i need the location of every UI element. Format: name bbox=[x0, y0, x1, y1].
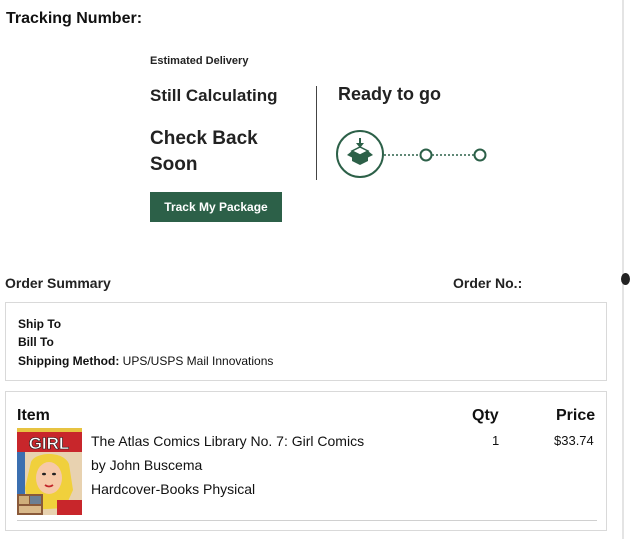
ship-to-label: Ship To bbox=[18, 317, 62, 331]
vertical-divider bbox=[316, 86, 317, 180]
track-package-button[interactable]: Track My Package bbox=[150, 192, 282, 222]
shipping-details-panel: Ship To Bill To Shipping Method: UPS/USP… bbox=[5, 302, 607, 381]
price-column-header: Price bbox=[556, 407, 596, 424]
shipping-method-value: UPS/USPS Mail Innovations bbox=[122, 354, 274, 368]
package-box-icon bbox=[336, 130, 384, 178]
order-items-panel: Item Qty Price GIRL The Atlas Comics Lib… bbox=[5, 391, 607, 531]
shipment-status-label: Ready to go bbox=[338, 84, 442, 104]
product-title-link[interactable]: The Atlas Comics Library No. 7: Girl Com… bbox=[91, 433, 364, 449]
bill-to-row: Bill To bbox=[18, 335, 54, 349]
order-number-label: Order No.: bbox=[453, 275, 523, 291]
shipping-method-label: Shipping Method: bbox=[18, 354, 120, 368]
product-price: $33.74 bbox=[554, 433, 594, 448]
qty-column-header: Qty bbox=[472, 407, 499, 424]
ship-to-row: Ship To bbox=[18, 317, 61, 331]
progress-step-3 bbox=[473, 148, 487, 162]
shipment-progress-tracker bbox=[336, 130, 487, 178]
product-author: by John Buscema bbox=[91, 457, 203, 473]
page-edge-divider bbox=[622, 0, 624, 539]
product-format: Hardcover-Books Physical bbox=[91, 481, 256, 497]
product-qty: 1 bbox=[492, 433, 500, 448]
bill-to-label: Bill To bbox=[18, 335, 54, 349]
delivery-status: Still Calculating bbox=[150, 86, 278, 105]
delivery-note: Check Back Soon bbox=[150, 128, 258, 175]
item-row-divider bbox=[17, 520, 597, 521]
tracking-number-label: Tracking Number: bbox=[6, 10, 143, 27]
product-cover-image[interactable]: GIRL bbox=[17, 428, 82, 515]
shipping-method-row: Shipping Method: UPS/USPS Mail Innovatio… bbox=[18, 354, 273, 368]
item-column-header: Item bbox=[17, 407, 50, 424]
progress-step-2 bbox=[419, 148, 433, 162]
estimated-delivery-label: Estimated Delivery bbox=[150, 55, 249, 67]
order-summary-heading: Order Summary bbox=[5, 275, 111, 291]
cover-title: GIRL bbox=[29, 434, 70, 453]
scroll-handle[interactable] bbox=[621, 273, 630, 285]
